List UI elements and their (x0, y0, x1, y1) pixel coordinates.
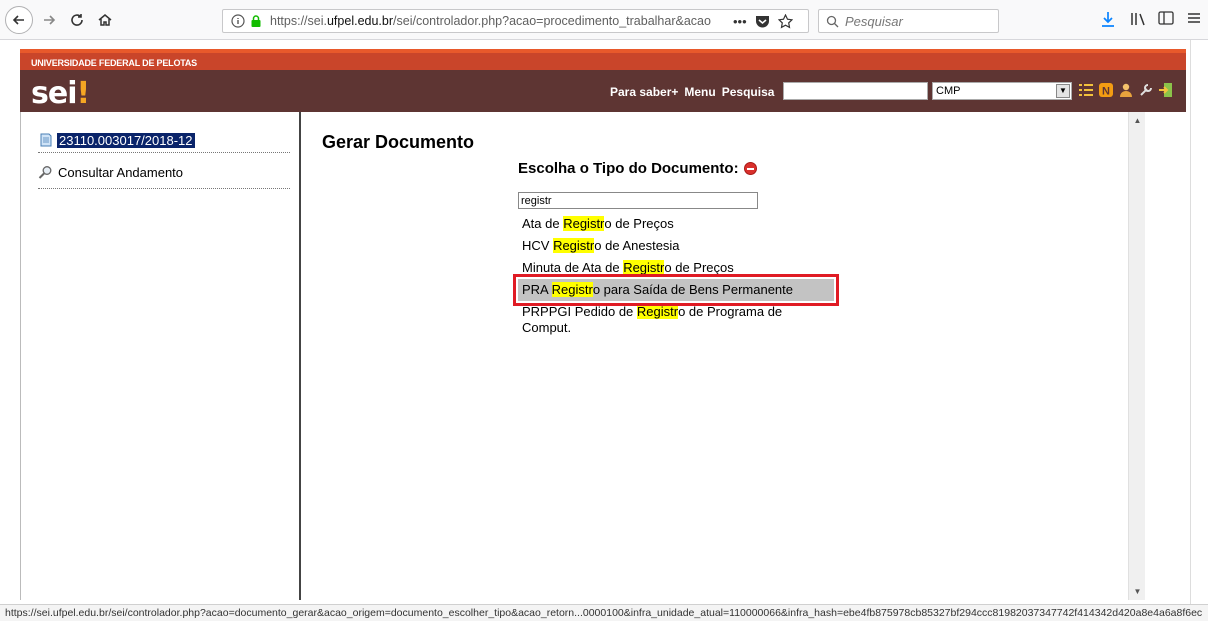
info-icon[interactable] (231, 14, 245, 28)
browser-toolbar: https://sei.ufpel.edu.br/sei/controlador… (0, 0, 1208, 40)
arrow-right-icon (44, 15, 56, 25)
consult-label: Consultar Andamento (58, 165, 184, 180)
window-edge (1190, 40, 1208, 604)
match-highlight: Registr (623, 260, 665, 275)
option-text: o para Saída de Bens Permanente (592, 282, 794, 297)
process-link[interactable]: 23110.003017/2018-12 (38, 132, 195, 148)
option-text: PRPPGI Pedido de (522, 304, 637, 319)
scroll-down-icon[interactable]: ▼ (1129, 583, 1146, 600)
process-number[interactable]: 23110.003017/2018-12 (57, 132, 195, 148)
url-domain: ufpel.edu.br (326, 14, 394, 28)
reload-icon (71, 14, 83, 26)
home-icon (98, 14, 112, 26)
menu-button[interactable] (1187, 11, 1201, 25)
status-bar: https://sei.ufpel.edu.br/sei/controlador… (0, 604, 1208, 621)
link-menu[interactable]: Menu (684, 85, 715, 99)
main-header: sei! Para saber+ Menu Pesquisa CMP ▼ N (20, 70, 1186, 112)
header-icons: N (1078, 82, 1174, 98)
header-links: Para saber+ Menu Pesquisa (610, 85, 774, 99)
match-highlight: Registr (551, 282, 593, 297)
divider (38, 152, 290, 153)
choose-type-heading: Escolha o Tipo do Documento: (518, 160, 757, 177)
document-type-list: Ata de Registro de Preços HCV Registro de… (513, 213, 839, 339)
svg-text:N: N (1102, 86, 1110, 98)
document-type-option[interactable]: Ata de Registro de Preços (518, 213, 838, 235)
url-suffix: /sei/controlador.php?acao=procedimento_t… (393, 14, 711, 28)
document-type-option[interactable]: PRA Registro para Saída de Bens Permanen… (513, 274, 839, 306)
process-tree: 23110.003017/2018-12 Consultar Andamento (21, 112, 301, 600)
sei-logo[interactable]: sei! (31, 76, 91, 111)
search-icon (826, 15, 839, 27)
match-highlight: Registr (553, 238, 595, 253)
bookmark-star-icon[interactable] (777, 13, 793, 29)
option-text: o de Anestesia (594, 238, 680, 253)
option-text: Ata de (522, 216, 564, 231)
option-text: PRA (522, 282, 552, 297)
option-text: o de Preços (664, 260, 734, 275)
choose-type-label: Escolha o Tipo do Documento: (518, 160, 739, 177)
unit-select[interactable]: CMP ▼ (932, 82, 1072, 100)
header-search-input[interactable] (783, 82, 928, 100)
match-highlight: Registr (636, 304, 679, 319)
lock-icon (251, 15, 261, 27)
scrollbar[interactable]: ▲ ▼ (1128, 112, 1145, 600)
pocket-icon[interactable] (755, 14, 770, 28)
arrow-left-icon (12, 15, 24, 25)
logo-text: sei (31, 76, 77, 111)
document-type-option[interactable]: PRPPGI Pedido de Registro de Programa de… (518, 301, 808, 339)
hamburger-icon (1188, 13, 1200, 23)
sidebar-toggle-button[interactable] (1158, 11, 1174, 25)
divider (38, 188, 290, 189)
url-prefix: https://sei. (270, 14, 327, 28)
option-text: o de Preços (604, 216, 674, 231)
document-type-filter-input[interactable] (518, 192, 758, 209)
reload-button[interactable] (66, 6, 88, 34)
sidebar-icon (1158, 11, 1174, 25)
library-button[interactable] (1130, 11, 1148, 27)
page-title: Gerar Documento (322, 132, 475, 152)
link-pesquisa[interactable]: Pesquisa (722, 85, 775, 99)
unit-value: CMP (936, 85, 961, 97)
page-actions-icon[interactable]: ••• (733, 14, 747, 29)
right-gutter (1145, 112, 1187, 600)
sei-app: UNIVERSIDADE FEDERAL DE PELOTAS sei! Par… (20, 49, 1187, 600)
download-icon (1102, 12, 1114, 27)
document-icon (40, 133, 52, 147)
org-bar: UNIVERSIDADE FEDERAL DE PELOTAS (20, 49, 1186, 70)
document-type-option[interactable]: HCV Registro de Anestesia (518, 235, 838, 257)
document-type-option[interactable]: Minuta de Ata de Registro de Preços (518, 257, 838, 279)
minus-circle-icon[interactable] (743, 162, 757, 175)
search-placeholder: Pesquisar (845, 13, 903, 29)
logout-icon[interactable] (1158, 82, 1174, 98)
url-text[interactable]: https://sei.ufpel.edu.br/sei/controlador… (270, 14, 725, 28)
list-icon[interactable] (1078, 82, 1094, 98)
org-name: UNIVERSIDADE FEDERAL DE PELOTAS (31, 58, 197, 68)
home-button[interactable] (94, 6, 116, 34)
option-text: Minuta de Ata de (522, 260, 624, 275)
back-button[interactable] (5, 6, 33, 34)
wrench-icon[interactable] (1138, 82, 1154, 98)
browser-search-input[interactable]: Pesquisar (818, 9, 999, 33)
forward-button[interactable] (38, 6, 60, 34)
news-icon[interactable]: N (1098, 82, 1114, 98)
user-icon[interactable] (1118, 82, 1134, 98)
match-highlight: Registr (563, 216, 605, 231)
library-icon (1131, 13, 1145, 26)
option-text: HCV (522, 238, 554, 253)
page-body: 23110.003017/2018-12 Consultar Andamento… (20, 112, 1187, 600)
main-content: Gerar Documento Escolha o Tipo do Docume… (303, 112, 1128, 600)
magnifier-icon (38, 166, 52, 179)
downloads-button[interactable] (1100, 11, 1116, 29)
link-para-saber[interactable]: Para saber+ (610, 85, 678, 99)
chevron-down-icon[interactable]: ▼ (1056, 84, 1070, 98)
consult-andamento-link[interactable]: Consultar Andamento (38, 165, 183, 180)
scroll-up-icon[interactable]: ▲ (1129, 112, 1146, 129)
url-bar[interactable]: https://sei.ufpel.edu.br/sei/controlador… (222, 9, 809, 33)
logo-mark: ! (76, 76, 91, 111)
